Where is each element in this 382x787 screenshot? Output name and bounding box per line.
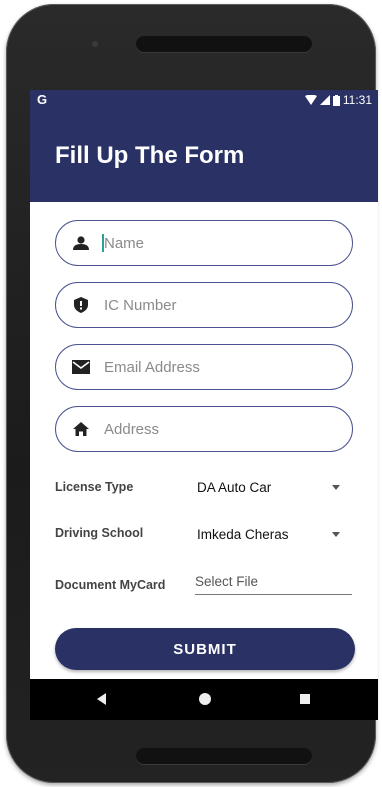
app-bar: G 11:31 Fill Up The Form <box>30 90 378 202</box>
system-nav-bar <box>30 679 378 720</box>
license-type-value: DA Auto Car <box>197 480 272 495</box>
license-type-select[interactable]: DA Auto Car <box>197 480 347 495</box>
phone-frame: G 11:31 Fill Up The Form Name IC Number … <box>6 4 378 783</box>
address-field[interactable] <box>55 406 353 452</box>
page-title: Fill Up The Form <box>55 142 245 169</box>
document-label: Document MyCard <box>55 578 166 592</box>
status-right: 11:31 <box>304 93 372 107</box>
wifi-icon <box>304 95 317 105</box>
status-bar: G 11:31 <box>30 90 378 112</box>
chevron-down-icon <box>332 485 340 490</box>
text-cursor <box>102 234 104 252</box>
app-screen: G 11:31 Fill Up The Form Name IC Number … <box>30 90 378 720</box>
battery-icon <box>332 94 340 106</box>
email-input[interactable] <box>104 358 324 376</box>
driving-school-value: Imkeda Cheras <box>197 527 289 542</box>
home-button-icon[interactable] <box>199 693 211 705</box>
ic-number-input[interactable] <box>104 296 324 314</box>
select-file-input[interactable]: Select File <box>195 574 352 595</box>
name-field[interactable] <box>55 220 353 266</box>
mail-icon <box>72 358 90 376</box>
status-time: 11:31 <box>342 93 372 107</box>
home-icon <box>72 420 90 438</box>
license-type-label: License Type <box>55 480 134 494</box>
front-camera <box>92 41 98 47</box>
top-speaker <box>136 36 312 52</box>
bottom-speaker <box>136 748 312 764</box>
signal-icon <box>319 95 330 105</box>
person-icon <box>72 234 90 252</box>
chevron-down-icon <box>332 532 340 537</box>
shield-icon <box>72 296 90 314</box>
submit-button[interactable]: SUBMIT <box>55 628 355 670</box>
address-input[interactable] <box>104 420 324 438</box>
ic-number-field[interactable] <box>55 282 353 328</box>
recent-apps-icon[interactable] <box>300 694 310 704</box>
carrier-label: G <box>37 92 48 107</box>
driving-school-select[interactable]: Imkeda Cheras <box>197 527 347 542</box>
name-input[interactable] <box>104 234 324 252</box>
back-icon[interactable] <box>97 693 106 705</box>
email-field[interactable] <box>55 344 353 390</box>
driving-school-label: Driving School <box>55 526 144 540</box>
